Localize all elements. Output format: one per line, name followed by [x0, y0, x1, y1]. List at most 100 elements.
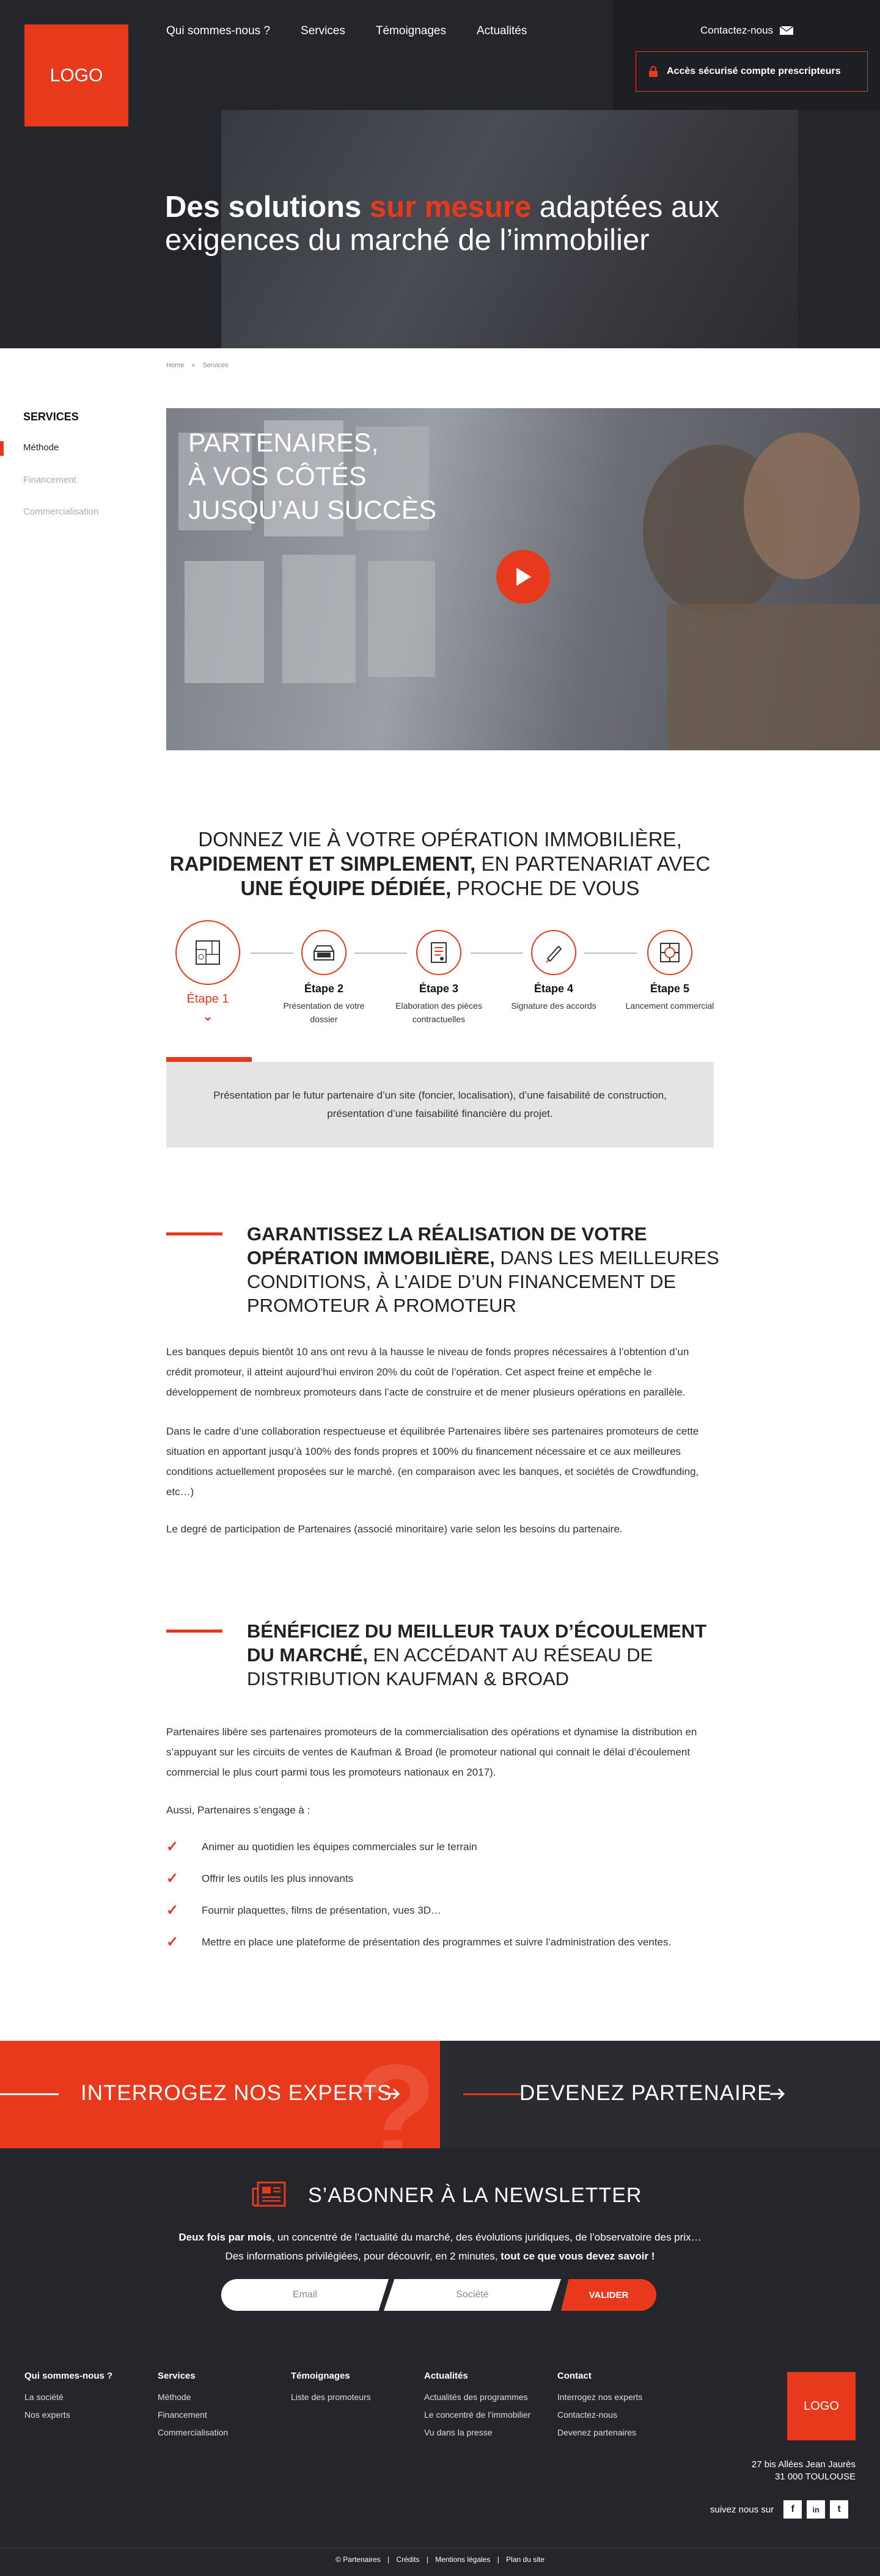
footer-link[interactable]: Interrogez nos experts — [557, 2392, 642, 2402]
video-overlay-line: JUSQU’AU SUCCÈS — [188, 496, 437, 525]
footer-logo[interactable]: LOGO — [787, 2372, 856, 2440]
newsletter-text-rest: , un concentré de l’actualité du marché,… — [271, 2231, 702, 2243]
step-5-desc: Lancement commercial — [625, 1001, 714, 1011]
lock-icon — [649, 66, 658, 77]
contact-label: Contactez-nous — [700, 24, 774, 36]
nav-actualites[interactable]: Actualités — [477, 24, 527, 38]
nav-services[interactable]: Services — [301, 24, 345, 38]
footer-link[interactable]: Commercialisation — [158, 2428, 228, 2437]
steps-heading-line2-bold: RAPIDEMENT ET SIMPLEMENT, — [169, 852, 476, 875]
footer-link[interactable]: Financement — [158, 2410, 228, 2420]
video-overlay-text: PARTENAIRES, À VOS CÔTÉS JUSQU’AU SUCCÈS — [188, 426, 436, 527]
footer-column-qui-sommes-nous: Qui sommes-nous ? La société Nos experts — [24, 2371, 112, 2428]
footer-link[interactable]: Devenez partenaires — [557, 2428, 642, 2437]
sidebar-title: SERVICES — [23, 411, 79, 423]
footer-link[interactable]: Nos experts — [24, 2410, 112, 2420]
video-player[interactable]: PARTENAIRES, À VOS CÔTÉS JUSQU’AU SUCCÈS — [166, 408, 880, 750]
contact-link[interactable]: Contactez-nous — [700, 24, 794, 37]
legal-separator: | — [387, 2555, 390, 2564]
email-field[interactable]: Email — [221, 2279, 389, 2311]
nav-temoignages[interactable]: Témoignages — [376, 24, 446, 38]
section1-paragraph-2: Dans le cadre d’une collaboration respec… — [166, 1425, 699, 1498]
cta-accent-line — [0, 2093, 59, 2095]
step-1[interactable]: Étape 1 ⌄ — [153, 920, 263, 1024]
step-2-circle — [301, 930, 346, 975]
step-active-bar — [166, 1057, 252, 1062]
cta-interrogez-experts[interactable]: ? INTERROGEZ NOS EXPERTS — [0, 2041, 440, 2148]
footer-column-heading[interactable]: Services — [158, 2371, 228, 2381]
footer-link[interactable]: Contactez-nous — [557, 2410, 642, 2420]
hero-title-part1: Des solutions — [165, 191, 370, 224]
legal-sitemap-link[interactable]: Plan du site — [506, 2555, 544, 2564]
footer-divider — [0, 2548, 880, 2549]
newsletter-submit-button[interactable]: VALIDER — [561, 2279, 656, 2311]
linkedin-icon[interactable]: in — [807, 2500, 826, 2519]
checkmark-icon: ✓ — [166, 1934, 179, 1950]
step-2[interactable]: Étape 2 Présentation de votre dossier — [269, 930, 379, 1026]
step-detail-box: Présentation par le futur partenaire d’u… — [166, 1062, 714, 1147]
footer-address-line: 31 000 TOULOUSE — [774, 2472, 856, 2482]
twitter-icon[interactable]: t — [830, 2500, 849, 2519]
newspaper-icon — [252, 2181, 286, 2207]
video-overlay-line: À VOS CÔTÉS — [188, 462, 367, 491]
play-button[interactable] — [496, 550, 550, 604]
sidebar-item-financement[interactable]: Financement — [23, 475, 76, 485]
step-3-desc: Elaboration des pièces contractuelles — [395, 1001, 482, 1024]
sidebar-item-commercialisation[interactable]: Commercialisation — [23, 507, 98, 517]
breadcrumb-home[interactable]: Home — [166, 362, 184, 369]
footer-column-heading[interactable]: Qui sommes-nous ? — [24, 2371, 112, 2381]
footer-column-temoignages: Témoignages Liste des promoteurs — [291, 2371, 371, 2410]
step-3-title: Étape 3 — [419, 982, 459, 995]
contract-icon — [431, 942, 447, 963]
section1-paragraph-3: Le degré de participation de Partenaires… — [166, 1523, 623, 1535]
newsletter-text-line2: Des informations privilégiées, pour déco… — [134, 2247, 746, 2266]
steps-heading-line3: UNE ÉQUIPE DÉDIÉE, PROCHE DE VOUS — [166, 876, 714, 901]
site-logo[interactable]: LOGO — [24, 24, 128, 126]
company-field[interactable]: Société — [384, 2279, 561, 2311]
section2-paragraph-2: Aussi, Partenaires s’engage à : — [166, 1804, 310, 1816]
section-accent-line — [166, 1232, 222, 1235]
nav-qui-sommes-nous[interactable]: Qui sommes-nous ? — [166, 24, 270, 38]
step-5-circle — [647, 930, 692, 975]
legal-copyright: © Partenaires — [336, 2555, 381, 2564]
arrow-right-icon — [770, 2088, 785, 2100]
step-3-circle — [416, 930, 461, 975]
sidebar-item-methode[interactable]: Méthode — [23, 442, 59, 453]
section-accent-line — [166, 1630, 222, 1633]
footer-social: suivez nous sur f in t — [710, 2500, 849, 2519]
steps-heading-line1: DONNEZ VIE À VOTRE OPÉRATION IMMOBILIÈRE… — [198, 828, 682, 851]
footer-legal: © Partenaires | Crédits | Mentions légal… — [0, 2555, 880, 2564]
newsletter-title: S’ABONNER À LA NEWSLETTER — [308, 2184, 642, 2207]
footer-link[interactable]: Liste des promoteurs — [291, 2392, 371, 2402]
step-4-circle — [531, 930, 576, 975]
step-4[interactable]: Étape 4 Signature des accords — [499, 930, 609, 1012]
step-3[interactable]: Étape 3 Elaboration des pièces contractu… — [384, 930, 494, 1026]
section2-paragraph-1: Partenaires libère ses partenaires promo… — [166, 1726, 697, 1778]
cta-devenez-partenaire[interactable]: DEVENEZ PARTENAIRE — [440, 2041, 880, 2148]
footer-link[interactable]: Actualités des programmes — [424, 2392, 530, 2402]
footer-link[interactable]: La société — [24, 2392, 112, 2402]
section1-paragraph-1: Les banques depuis bientôt 10 ans ont re… — [166, 1346, 689, 1398]
section2-heading: BÉNÉFICIEZ DU MEILLEUR TAUX D’ÉCOULEMENT… — [247, 1619, 724, 1691]
footer-column-heading[interactable]: Témoignages — [291, 2371, 371, 2381]
footer-link[interactable]: Vu dans la presse — [424, 2428, 530, 2437]
footer-column-heading[interactable]: Actualités — [424, 2371, 530, 2381]
step-5[interactable]: Étape 5 Lancement commercial — [615, 930, 725, 1012]
footer-link[interactable]: Le concentré de l’immobilier — [424, 2410, 530, 2420]
steps-heading-line3-bold: UNE ÉQUIPE DÉDIÉE, — [240, 877, 452, 899]
follow-label: suivez nous sur — [710, 2504, 774, 2515]
list-item: ✓ Offrir les outils les plus innovants — [166, 1870, 353, 1887]
facebook-icon[interactable]: f — [783, 2500, 802, 2519]
legal-credits-link[interactable]: Crédits — [396, 2555, 419, 2564]
pen-signature-icon — [546, 945, 562, 963]
footer-column-heading[interactable]: Contact — [557, 2371, 642, 2381]
cta-left-label: INTERROGEZ NOS EXPERTS — [81, 2081, 392, 2105]
step-1-title: Étape 1 — [186, 992, 229, 1006]
footer-address: 27 bis Allées Jean Jaurès 31 000 TOULOUS… — [721, 2459, 856, 2483]
folder-icon — [314, 945, 334, 961]
legal-mentions-link[interactable]: Mentions légales — [435, 2555, 490, 2564]
cta-right-label: DEVENEZ PARTENAIRE — [519, 2081, 772, 2105]
secure-access-button[interactable]: Accès sécurisé compte prescripteurs — [636, 51, 868, 92]
footer-link[interactable]: Méthode — [158, 2392, 228, 2402]
footer-column-actualites: Actualités Actualités des programmes Le … — [424, 2371, 530, 2445]
